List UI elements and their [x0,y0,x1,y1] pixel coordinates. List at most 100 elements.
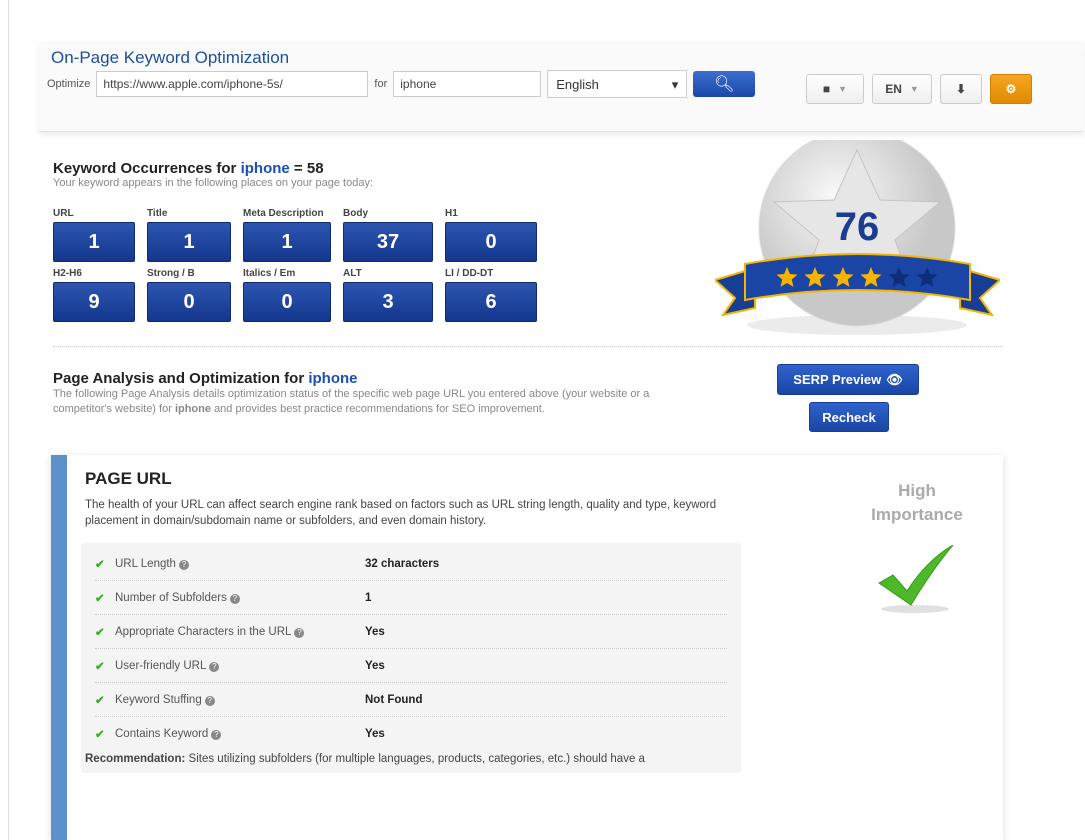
help-icon[interactable]: ? [294,627,305,638]
occurrence-value: 0 [243,282,331,322]
dropdown-arrow-icon: ▾ [671,77,679,92]
occurrence-cell: Strong / B 0 [147,268,231,322]
check-name: Appropriate Characters in the URL? [115,626,365,638]
serp-preview-button[interactable]: SERP Preview 👁︎ [777,364,919,395]
occurrences-subtitle: Your keyword appears in the following pl… [53,177,374,189]
app-title: On-Page Keyword Optimization [51,48,290,67]
occurrence-cell: Italics / Em 0 [243,268,331,322]
keyword-input[interactable]: iphone [393,71,542,97]
occurrence-value: 1 [147,222,231,262]
occurrence-value: 3 [343,282,433,322]
page-analysis-description: The following Page Analysis details opti… [53,387,653,417]
page-analysis-intro: Page Analysis and Optimization for iphon… [53,370,653,417]
check-icon: ✔ [95,694,105,707]
check-row: ✔ Contains Keyword? Yes [95,717,727,751]
help-icon[interactable]: ? [204,695,215,706]
check-name-text: Keyword Stuffing [115,693,202,706]
check-name-text: Number of Subfolders [115,591,227,604]
card-description: The health of your URL can affect search… [85,499,717,527]
check-row: ✔ User-friendly URL? Yes [95,649,727,683]
serp-label: SERP Preview [793,372,882,387]
occurrence-cell: LI / DD-DT 6 [445,268,537,322]
help-icon[interactable]: ? [178,559,189,570]
top-bar: On-Page Keyword Optimization Optimize ht… [39,42,1084,132]
occurrence-cell: URL 1 [53,208,135,262]
language-code: EN [885,82,902,96]
check-row: ✔ Keyword Stuffing? Not Found [95,683,727,717]
score-value: 76 [835,205,880,249]
language-dropdown[interactable]: EN ▼ [872,74,932,104]
help-icon[interactable]: ? [209,661,220,672]
occurrence-cell: Body 37 [343,208,433,262]
big-check-icon [878,545,954,613]
for-label: for [374,78,388,90]
recheck-button[interactable]: Recheck [809,402,889,432]
recommendation-label: Recommendation: [85,753,186,765]
check-value: Not Found [365,693,423,706]
occurrence-label: Body [343,208,368,219]
occurrence-value: 1 [53,222,135,262]
check-name-text: User-friendly URL [115,659,207,672]
optimize-label: Optimize [47,78,91,90]
occurrence-value: 9 [53,282,135,322]
occurrence-value: 6 [445,282,537,322]
desc-part: and provides best practice recommendatio… [214,403,545,415]
keyword: iphone [308,370,358,387]
download-icon: ⬇ [955,82,967,96]
occurrence-label: Strong / B [147,268,195,279]
check-value: Yes [365,728,385,740]
check-name-text: Contains Keyword [115,728,209,740]
occurrence-label: H1 [445,208,458,219]
check-icon: ✔ [95,729,105,741]
occurrences-header: Keyword Occurrences for iphone = 58 Your… [53,160,373,189]
occurrence-label: Meta Description [243,208,324,219]
occurrence-label: URL [53,208,74,219]
language-value: English [556,77,599,92]
check-row: ✔ URL Length? 32 characters [95,547,727,581]
check-icon: ✔ [95,558,105,571]
caret-icon: ▼ [838,84,848,94]
language-select[interactable]: English ▾ [547,70,688,98]
occurrence-label: Title [147,208,168,219]
page: On-Page Keyword Optimization Optimize ht… [8,0,1084,840]
check-table: ✔ URL Length? 32 characters ✔ Number of Subf… [81,543,741,773]
check-value: Yes [365,625,385,638]
title-prefix: Page Analysis and Optimization for [53,370,305,387]
recommendation: Recommendation: Sites utilizing subfolde… [85,753,745,765]
importance-label: High Importance [871,481,963,524]
recommendation-text: Sites utilizing subfolders (for multiple… [188,753,645,765]
search-button[interactable]: 🔍︎ [693,71,756,97]
occurrence-value: 0 [445,222,537,262]
download-button[interactable]: ⬇ [940,74,982,104]
help-icon[interactable]: ? [211,730,222,740]
url-input[interactable]: https://www.apple.com/iphone-5s/ [96,71,369,97]
occurrence-label: Italics / Em [243,268,296,279]
check-value: Yes [365,659,385,672]
check-name: Number of Subfolders? [115,592,365,604]
check-name: Contains Keyword? [115,728,365,740]
help-icon[interactable]: ? [229,593,240,604]
check-row: ✔ Appropriate Characters in the URL? Yes [95,615,727,649]
total-count: = 58 [293,160,324,177]
check-icon: ✔ [95,592,105,605]
check-value: 32 characters [365,557,440,570]
occurrence-grid: URL 1 Title 1 Meta Description 1 Body 37 H1 0 H2-H… [53,208,537,322]
cube-icon: ■ [822,82,831,96]
occurrence-value: 37 [343,222,433,262]
check-name: User-friendly URL? [115,660,365,672]
project-dropdown[interactable]: ■ ▼ [806,74,864,104]
check-name-text: Appropriate Characters in the URL [115,625,292,638]
occurrence-cell: Meta Description 1 [243,208,331,262]
score-badge: 76 [713,129,1002,340]
occurrences-title: Keyword Occurrences for iphone = 58 [53,160,373,177]
divider [53,346,1003,347]
check-icon: ✔ [95,626,105,639]
card-title: PAGE URL [85,469,172,488]
occurrence-cell: H1 0 [445,208,537,262]
desc-keyword: iphone [174,403,211,415]
check-value: 1 [365,591,372,604]
gear-icon: ⚙ [1005,82,1017,96]
settings-button[interactable]: ⚙ [990,74,1032,104]
search-icon: 🔍︎ [714,76,735,93]
occurrence-cell: H2-H6 9 [53,268,135,322]
